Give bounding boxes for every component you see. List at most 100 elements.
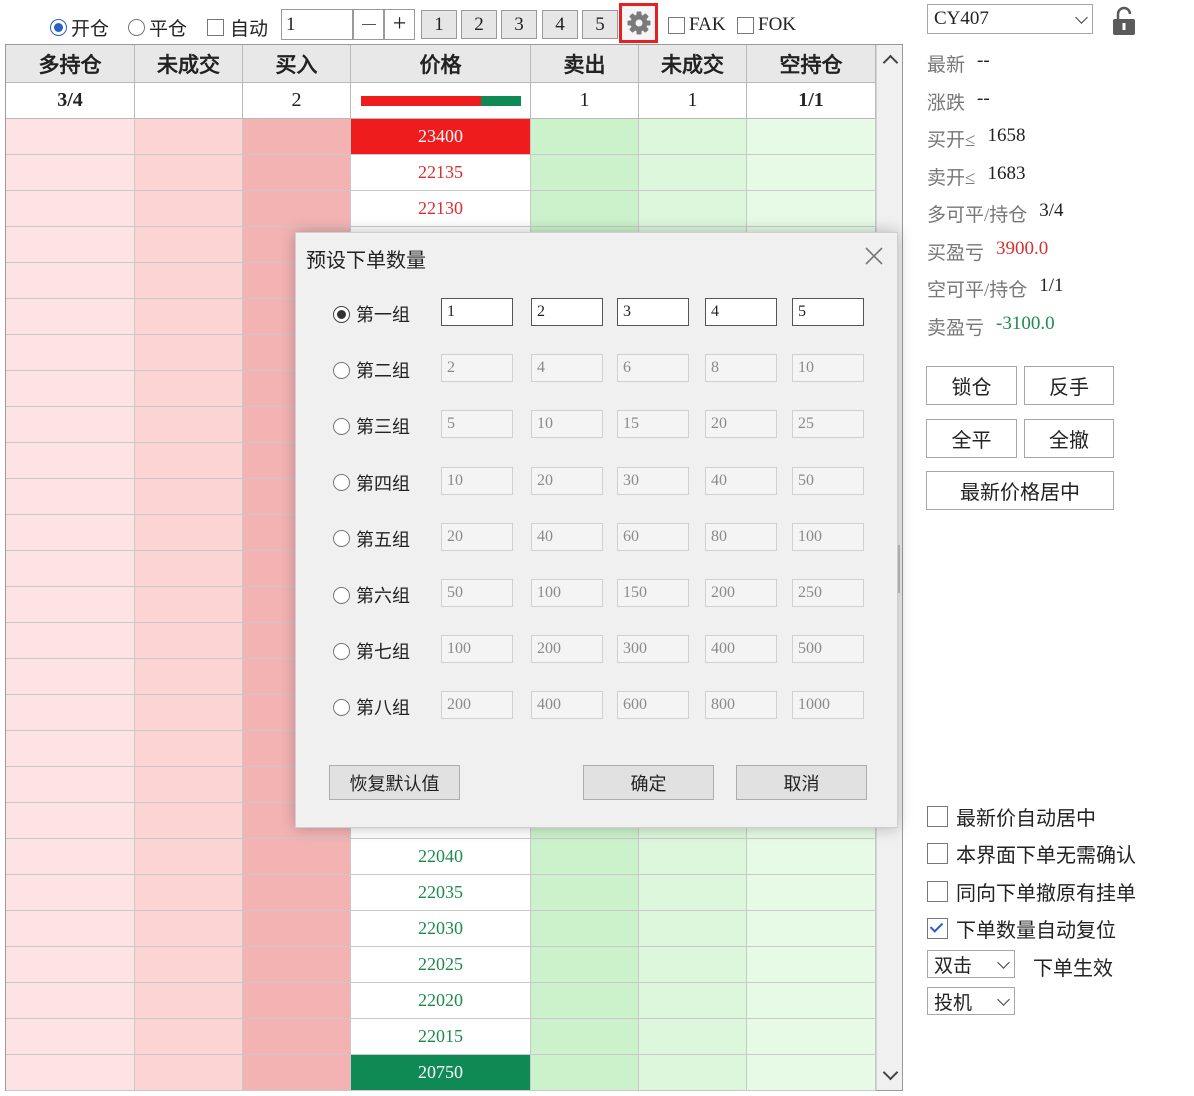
long-position-cell[interactable]: [6, 155, 135, 191]
unfilled-sell-cell[interactable]: [639, 911, 747, 947]
buy-cell[interactable]: [243, 839, 351, 875]
long-position-cell[interactable]: [6, 947, 135, 983]
sell-cell[interactable]: [531, 1019, 639, 1055]
long-position-cell[interactable]: [6, 587, 135, 623]
preset-quantity-input[interactable]: 4: [705, 298, 777, 326]
price-level-cell[interactable]: 23400: [351, 119, 531, 155]
unfilled-buy-cell[interactable]: [135, 659, 243, 695]
buy-cell[interactable]: [243, 1055, 351, 1091]
short-position-cell[interactable]: [747, 119, 876, 155]
unfilled-buy-cell[interactable]: [135, 839, 243, 875]
cancel-all-button[interactable]: 全撤: [1024, 419, 1114, 458]
sell-cell[interactable]: [531, 875, 639, 911]
close-all-button[interactable]: 全平: [926, 419, 1017, 458]
open-position-radio[interactable]: 开仓: [50, 14, 109, 41]
buy-cell[interactable]: [243, 191, 351, 227]
unfilled-buy-cell[interactable]: [135, 875, 243, 911]
unfilled-sell-cell[interactable]: [639, 875, 747, 911]
long-position-cell[interactable]: [6, 695, 135, 731]
unfilled-buy-cell[interactable]: [135, 155, 243, 191]
short-position-cell[interactable]: [747, 983, 876, 1019]
unfilled-buy-cell[interactable]: [135, 227, 243, 263]
unfilled-buy-cell[interactable]: [135, 983, 243, 1019]
short-position-cell[interactable]: [747, 155, 876, 191]
buy-cell[interactable]: [243, 911, 351, 947]
unfilled-sell-cell[interactable]: [639, 983, 747, 1019]
buy-cell[interactable]: [243, 947, 351, 983]
fok-checkbox[interactable]: FOK: [737, 14, 796, 36]
unfilled-buy-cell[interactable]: [135, 515, 243, 551]
preset-quantity-input[interactable]: 2: [531, 298, 603, 326]
long-position-cell[interactable]: [6, 299, 135, 335]
preset-quantity-input[interactable]: 3: [617, 298, 689, 326]
auto-checkbox[interactable]: 自动: [207, 14, 268, 41]
long-position-cell[interactable]: [6, 767, 135, 803]
center-latest-price-button[interactable]: 最新价格居中: [926, 471, 1114, 510]
unfilled-buy-cell[interactable]: [135, 731, 243, 767]
sell-cell[interactable]: [531, 839, 639, 875]
buy-cell[interactable]: [243, 155, 351, 191]
preset-button-3[interactable]: 3: [501, 10, 537, 39]
sell-cell[interactable]: [531, 947, 639, 983]
preset-button-2[interactable]: 2: [461, 10, 497, 39]
short-position-cell[interactable]: [747, 875, 876, 911]
unfilled-buy-cell[interactable]: [135, 623, 243, 659]
buy-cell[interactable]: [243, 983, 351, 1019]
unfilled-buy-cell[interactable]: [135, 443, 243, 479]
contract-select[interactable]: CY407: [927, 4, 1093, 34]
close-position-radio[interactable]: 平仓: [128, 14, 187, 41]
unfilled-sell-cell[interactable]: [639, 119, 747, 155]
unlock-button[interactable]: [1110, 6, 1138, 36]
long-position-cell[interactable]: [6, 335, 135, 371]
unfilled-buy-cell[interactable]: [135, 407, 243, 443]
fak-checkbox[interactable]: FAK: [668, 14, 726, 36]
unfilled-sell-cell[interactable]: [639, 155, 747, 191]
price-level-cell[interactable]: 22135: [351, 155, 531, 191]
long-position-cell[interactable]: [6, 1019, 135, 1055]
unfilled-buy-cell[interactable]: [135, 299, 243, 335]
preset-group-radio[interactable]: 第二组: [333, 357, 410, 383]
long-position-cell[interactable]: [6, 227, 135, 263]
unfilled-sell-cell[interactable]: [639, 947, 747, 983]
quantity-increment-button[interactable]: +: [384, 9, 415, 40]
unfilled-buy-cell[interactable]: [135, 1019, 243, 1055]
short-position-cell[interactable]: [747, 191, 876, 227]
scroll-up-icon[interactable]: [882, 54, 899, 71]
price-level-cell[interactable]: 22025: [351, 947, 531, 983]
unfilled-buy-cell[interactable]: [135, 695, 243, 731]
unfilled-buy-cell[interactable]: [135, 119, 243, 155]
unfilled-sell-cell[interactable]: [639, 1055, 747, 1091]
preset-quantity-input[interactable]: 1: [441, 298, 513, 326]
sell-cell[interactable]: [531, 1055, 639, 1091]
unfilled-buy-cell[interactable]: [135, 335, 243, 371]
unfilled-buy-cell[interactable]: [135, 911, 243, 947]
dialog-cancel-button[interactable]: 取消: [736, 765, 867, 800]
unfilled-buy-cell[interactable]: [135, 371, 243, 407]
settings-button[interactable]: [619, 3, 658, 43]
short-position-cell[interactable]: [747, 1019, 876, 1055]
buy-cell[interactable]: [243, 119, 351, 155]
long-position-cell[interactable]: [6, 911, 135, 947]
preset-group-radio[interactable]: 第一组: [333, 301, 410, 327]
long-position-cell[interactable]: [6, 803, 135, 839]
short-position-cell[interactable]: [747, 911, 876, 947]
unfilled-buy-cell[interactable]: [135, 191, 243, 227]
unfilled-sell-cell[interactable]: [639, 1019, 747, 1055]
price-level-cell[interactable]: 20750: [351, 1055, 531, 1091]
buy-cell[interactable]: [243, 1019, 351, 1055]
long-position-cell[interactable]: [6, 731, 135, 767]
price-level-cell[interactable]: 22020: [351, 983, 531, 1019]
long-position-cell[interactable]: [6, 371, 135, 407]
long-position-cell[interactable]: [6, 263, 135, 299]
long-position-cell[interactable]: [6, 551, 135, 587]
sell-cell[interactable]: [531, 983, 639, 1019]
unfilled-buy-cell[interactable]: [135, 947, 243, 983]
unfilled-buy-cell[interactable]: [135, 479, 243, 515]
unfilled-buy-cell[interactable]: [135, 263, 243, 299]
hedge-mode-select[interactable]: 投机: [927, 987, 1015, 1015]
cancel-existing-checkbox[interactable]: 同向下单撤原有挂单: [927, 877, 1136, 906]
short-position-cell[interactable]: [747, 1055, 876, 1091]
auto-center-checkbox[interactable]: 最新价自动居中: [927, 802, 1096, 831]
lock-position-button[interactable]: 锁仓: [926, 366, 1017, 405]
long-position-cell[interactable]: [6, 839, 135, 875]
